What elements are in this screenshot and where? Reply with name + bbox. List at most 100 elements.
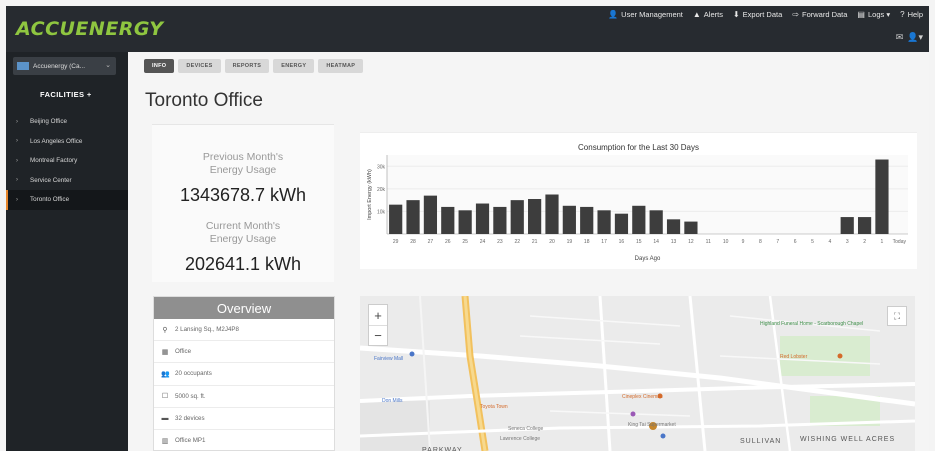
overview-title: Overview (154, 297, 334, 319)
x-tick-label: 3 (846, 239, 849, 245)
zoom-control: + − (368, 304, 388, 346)
user-menu[interactable]: ✉ 👤▾ (896, 32, 923, 43)
chart-bar (580, 206, 594, 234)
facilities-heading[interactable]: FACILITIES + (40, 90, 92, 99)
chart-bar (528, 199, 542, 234)
devices-icon: ▬ (161, 414, 169, 422)
previous-month-label-line2: Energy Usage (209, 164, 277, 176)
x-tick-label: 14 (653, 239, 659, 245)
topnav-label: Alerts (703, 10, 723, 19)
user-icon: 👤 (608, 10, 619, 19)
topnav-label: Forward Data (801, 10, 848, 19)
mail-icon[interactable]: ✉ (896, 32, 904, 43)
previous-month-label-line1: Previous Month's (202, 151, 284, 163)
chart-bar (562, 205, 576, 234)
user-avatar-icon[interactable]: 👤▾ (907, 32, 923, 43)
chart-svg: 10k20k30k29 28 27 26 25 24 23 22 21 20 19 18 17 16 15 1… (367, 155, 908, 262)
map-pin-icon: ⚲ (162, 326, 168, 334)
topnav-user[interactable]: 👤 User Management (608, 10, 683, 19)
help-icon: ? (900, 10, 905, 19)
overview-row-text: 32 devices (175, 414, 205, 422)
map-label: PARKWAY (422, 447, 463, 451)
chart-bar (545, 194, 559, 234)
people-icon: 👥 (161, 370, 170, 378)
x-tick-label: 5 (811, 239, 814, 245)
y-tick-label: 20k (377, 187, 386, 193)
overview-row-text: 5000 sq. ft. (175, 392, 206, 400)
main-content: INFO DEVICES REPORTS ENERGY HEATMAP Toronto … (128, 52, 929, 451)
topnav-alert[interactable]: ▲ Alerts (693, 10, 723, 19)
x-axis-label: Days Ago (635, 256, 661, 262)
map-label: Red Lobster (780, 354, 808, 360)
fullscreen-button[interactable]: ⛶ (887, 306, 907, 326)
map-label: SULLIVAN (740, 438, 782, 445)
page-title: Toronto Office (145, 90, 263, 111)
sidebar-item[interactable]: › Beijing Office (6, 112, 128, 132)
sidebar-item-label: Beijing Office (30, 118, 67, 126)
topnav-forward[interactable]: ⇨ Forward Data (792, 10, 847, 19)
overview-row-text: Office MP1 (175, 437, 206, 445)
sidebar-item-label: Toronto Office (30, 196, 70, 204)
x-tick-label: 10 (723, 239, 729, 245)
chart-bar (493, 206, 507, 234)
topnav-download[interactable]: ⬇ Export Data (733, 10, 782, 19)
current-month-label-line2: Energy Usage (209, 233, 277, 245)
chart-bar (840, 217, 854, 234)
overview-rows: ⚲ 2 Lansing Sq., M2J4P8 ▦ Office 👥 20 occupan… (154, 319, 334, 451)
sidebar-item[interactable]: › Toronto Office (6, 190, 128, 210)
current-month-value: 202641.1 kWh (184, 254, 302, 274)
map-label: Seneca College (508, 426, 544, 432)
overview-panel: Overview ⚲ 2 Lansing Sq., M2J4P8 ▦ Office 👥 2… (153, 296, 335, 451)
tab-info[interactable]: INFO (144, 59, 175, 73)
sidebar-item-label: Montreal Factory (30, 157, 78, 165)
overview-row-text: 2 Lansing Sq., M2J4P8 (175, 326, 239, 334)
x-tick-label: 21 (532, 239, 538, 245)
x-tick-label: 1 (881, 239, 884, 245)
current-month-label-line1: Current Month's (205, 220, 281, 232)
tab-reports[interactable]: REPORTS (224, 59, 270, 73)
download-icon: ⬇ (732, 10, 740, 19)
chart-bar (649, 210, 663, 234)
x-tick-label: 9 (742, 239, 745, 245)
sidebar-item[interactable]: › Montreal Factory (6, 151, 128, 171)
account-selector[interactable]: Accuenergy (Ca... ⌄ (13, 57, 116, 75)
chevron-right-icon: › (16, 157, 18, 164)
tab-energy[interactable]: ENERGY (273, 59, 315, 73)
x-tick-label: 20 (549, 239, 555, 245)
chart-bar (614, 213, 629, 234)
x-tick-label: 12 (688, 239, 694, 245)
sidebar-item[interactable]: › Service Center (6, 171, 128, 191)
topnav-label: Export Data (742, 10, 783, 19)
tab-devices[interactable]: DEVICES (178, 59, 221, 73)
map-label: Toyota Town (480, 404, 508, 410)
x-tick-label: 25 (462, 239, 468, 245)
chevron-down-icon: ⌄ (105, 62, 111, 69)
flag-icon (17, 62, 29, 70)
chart-bar (510, 200, 524, 234)
chart-bar (423, 195, 438, 234)
chevron-right-icon: › (16, 196, 18, 203)
overview-row-text: Office (175, 348, 192, 356)
sidebar-item[interactable]: › Los Angeles Office (6, 132, 128, 152)
x-tick-label: Today (893, 239, 907, 245)
building-icon: ▦ (161, 348, 169, 356)
x-tick-label: 8 (759, 239, 762, 245)
x-tick-label: 6 (794, 239, 797, 245)
alert-icon: ▲ (692, 10, 701, 19)
y-axis-label: Import Energy (kWh) (367, 169, 373, 220)
chart-bar (632, 205, 646, 234)
x-tick-label: 22 (514, 239, 520, 245)
location-map[interactable]: Highland Funeral Home - Scarborough Chap… (360, 296, 915, 451)
zoom-out-button[interactable]: − (369, 325, 387, 345)
x-tick-label: 13 (671, 239, 677, 245)
overview-row-text: 20 occupants (175, 370, 212, 378)
chart-bar (441, 206, 455, 234)
facility-list: › Beijing Office › Los Angeles Office › Montr… (6, 112, 128, 210)
tab-heatmap[interactable]: HEATMAP (318, 59, 364, 73)
topnav-help[interactable]: ? Help (900, 10, 923, 19)
zoom-in-button[interactable]: + (369, 305, 387, 325)
y-tick-label: 30k (377, 164, 386, 170)
topnav-logs[interactable]: ▤ Logs ▾ (857, 10, 890, 19)
chart-bar (857, 217, 872, 234)
brand-logo[interactable]: ACCUENERGY (16, 18, 164, 40)
